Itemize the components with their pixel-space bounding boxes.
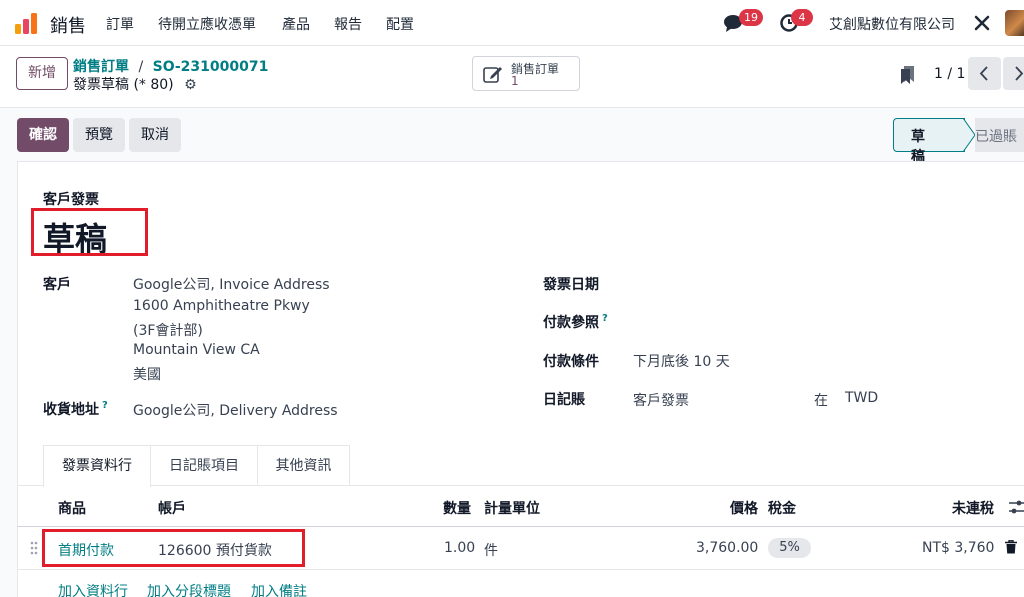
customer-street: 1600 Amphitheatre Pkwy bbox=[133, 298, 310, 314]
optional-columns-icon[interactable] bbox=[1009, 499, 1024, 515]
customer-city: Mountain View CA bbox=[133, 342, 260, 358]
add-section-link[interactable]: 加入分段標題 bbox=[147, 581, 231, 597]
customer-name[interactable]: Google公司, Invoice Address bbox=[133, 274, 330, 294]
help-icon[interactable]: ? bbox=[602, 313, 608, 324]
row-subtotal: NT$ 3,760 bbox=[922, 540, 995, 556]
tab-other-info[interactable]: 其他資訊 bbox=[257, 445, 350, 486]
company-switcher[interactable]: 艾創點數位有限公司 bbox=[829, 14, 955, 34]
column-uom[interactable]: 計量單位 bbox=[484, 498, 540, 518]
currency-value[interactable]: TWD bbox=[845, 390, 878, 406]
invoice-date-input[interactable] bbox=[633, 270, 1003, 294]
invoice-date-label: 發票日期 bbox=[543, 277, 599, 293]
breadcrumb-sales-orders[interactable]: 銷售訂單 bbox=[73, 59, 129, 75]
row-uom[interactable]: 件 bbox=[484, 540, 498, 560]
delivery-address-value[interactable]: Google公司, Delivery Address bbox=[133, 400, 338, 420]
preview-button[interactable]: 預覽 bbox=[73, 118, 125, 152]
pager-value[interactable]: 1 / 1 bbox=[934, 66, 965, 82]
gear-icon[interactable]: ⚙ bbox=[184, 77, 197, 93]
row-divider bbox=[17, 569, 1024, 570]
highlight-box-title bbox=[31, 208, 148, 256]
delivery-address-label: 收貨地址? bbox=[43, 399, 108, 419]
user-avatar[interactable] bbox=[1005, 10, 1024, 36]
pager-previous-button[interactable] bbox=[968, 57, 1001, 90]
payment-terms-label: 付款條件 bbox=[543, 354, 599, 370]
column-account[interactable]: 帳戶 bbox=[158, 498, 186, 518]
menu-orders[interactable]: 訂單 bbox=[106, 14, 134, 34]
column-product[interactable]: 商品 bbox=[58, 498, 86, 518]
payment-terms-value[interactable]: 下月底後 10 天 bbox=[633, 351, 730, 371]
payment-reference-label: 付款參照? bbox=[543, 312, 608, 332]
messages-count-badge: 19 bbox=[739, 9, 763, 26]
column-taxes[interactable]: 稅金 bbox=[768, 498, 796, 518]
payment-reference-label-text: 付款參照 bbox=[543, 315, 599, 331]
column-subtotal[interactable]: 未連稅 bbox=[952, 498, 994, 518]
add-line-link[interactable]: 加入資料行 bbox=[58, 581, 128, 597]
app-title[interactable]: 銷售 bbox=[50, 12, 86, 38]
pager-next-button[interactable] bbox=[1003, 57, 1024, 90]
sales-order-smart-button[interactable]: 銷售訂單 1 bbox=[472, 56, 580, 91]
journal-value[interactable]: 客戶發票 bbox=[633, 390, 689, 410]
invoice-type: 客戶發票 bbox=[43, 192, 99, 208]
debug-tools-icon[interactable] bbox=[974, 15, 990, 31]
tab-journal-items[interactable]: 日記賬項目 bbox=[150, 445, 258, 486]
smart-button-count: 1 bbox=[511, 74, 519, 88]
customer-label: 客戶 bbox=[43, 277, 71, 293]
row-price[interactable]: 3,760.00 bbox=[696, 540, 758, 556]
column-price[interactable]: 價格 bbox=[730, 498, 758, 518]
cancel-button[interactable]: 取消 bbox=[129, 118, 181, 152]
new-button[interactable]: 新增 bbox=[16, 57, 68, 90]
breadcrumb-current: 發票草稿 (* 80) ⚙ bbox=[73, 74, 197, 94]
menu-configuration[interactable]: 配置 bbox=[386, 14, 414, 34]
tax-badge[interactable]: 5% bbox=[768, 538, 811, 558]
customer-street2: (3F會計部) bbox=[133, 323, 203, 339]
bookmark-icon[interactable] bbox=[900, 66, 916, 84]
current-record-name: 發票草稿 (* 80) bbox=[73, 77, 174, 93]
breadcrumb-order[interactable]: SO-231000071 bbox=[153, 59, 269, 75]
chevron-right-icon bbox=[1015, 66, 1024, 81]
tab-invoice-lines[interactable]: 發票資料行 bbox=[43, 445, 151, 487]
sales-app-icon[interactable] bbox=[15, 12, 39, 34]
column-quantity[interactable]: 數量 bbox=[443, 498, 471, 518]
control-panel: 新增 銷售訂單 / SO-231000071 發票草稿 (* 80) ⚙ 銷售訂… bbox=[0, 46, 1024, 108]
top-navbar: 銷售 訂單 待開立應收憑單 產品 報告 配置 19 4 艾創點數位有限公司 bbox=[0, 0, 1024, 46]
activities-count-badge: 4 bbox=[791, 9, 813, 26]
customer-country: 美國 bbox=[133, 367, 161, 383]
chevron-left-icon bbox=[979, 66, 988, 81]
journal-label: 日記賬 bbox=[543, 392, 585, 408]
menu-reporting[interactable]: 報告 bbox=[334, 14, 362, 34]
trash-icon[interactable] bbox=[1005, 540, 1017, 554]
highlight-box-line bbox=[42, 529, 305, 567]
payment-reference-input[interactable] bbox=[633, 308, 1003, 332]
menu-to-invoice[interactable]: 待開立應收憑單 bbox=[158, 14, 256, 34]
delivery-address-label-text: 收貨地址 bbox=[43, 402, 99, 418]
help-icon[interactable]: ? bbox=[102, 400, 108, 411]
status-draft-label: 草稿 bbox=[911, 129, 925, 165]
drag-handle-icon[interactable] bbox=[30, 541, 38, 555]
confirm-button[interactable]: 確認 bbox=[17, 118, 69, 152]
row-quantity[interactable]: 1.00 bbox=[444, 540, 475, 556]
breadcrumb: 銷售訂單 / SO-231000071 bbox=[73, 56, 268, 76]
currency-in-label: 在 bbox=[814, 393, 828, 409]
menu-products[interactable]: 產品 bbox=[282, 14, 310, 34]
edit-icon bbox=[483, 67, 502, 83]
status-posted-label: 已過賬 bbox=[975, 129, 1017, 145]
add-note-link[interactable]: 加入備註 bbox=[251, 581, 307, 597]
status-draft[interactable] bbox=[893, 118, 965, 152]
breadcrumb-separator: / bbox=[138, 59, 144, 75]
